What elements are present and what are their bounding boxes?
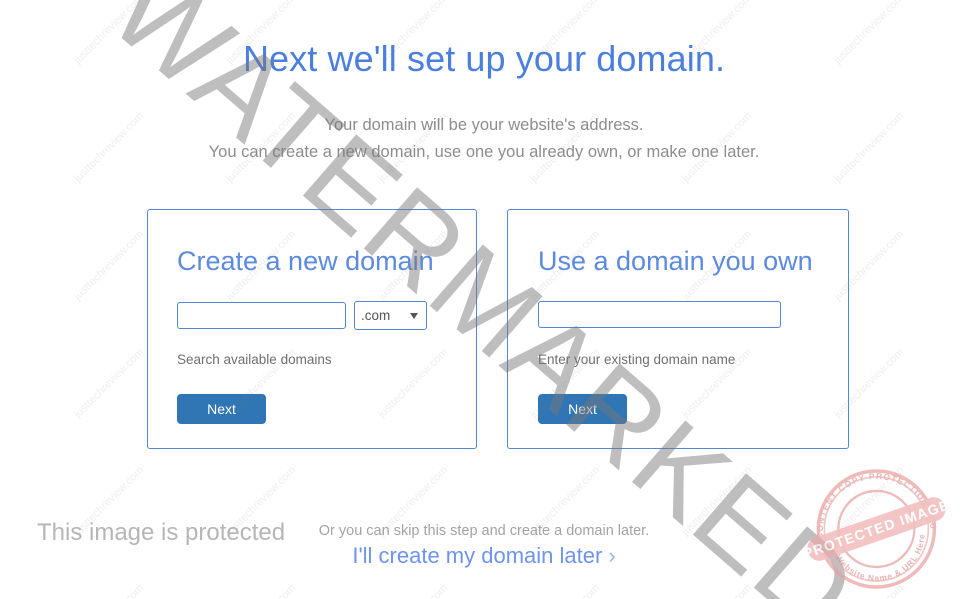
next-button-create-domain[interactable]: Next [177,394,266,424]
tld-select[interactable]: .com [354,301,427,330]
next-button-existing-domain[interactable]: Next [538,394,627,424]
watermark-tile: justtechreview.com [528,582,602,599]
domain-setup-page: justtechreview.com justtechreview.com just… [0,0,968,599]
tld-select-value: .com [361,308,391,323]
subtitle-line-1: Your domain will be your website's addre… [324,116,644,134]
card-use-domain-you-own: Use a domain you own Enter your existing… [507,209,849,449]
watermark-tile: justtechreview.com [832,582,906,599]
existing-domain-row [538,301,781,328]
watermark-tile: justtechreview.com [680,582,754,599]
image-protected-label: This image is protected [37,519,286,546]
create-domain-later-label: I'll create my domain later [352,543,603,568]
subtitle-line-2: You can create a new domain, use one you… [208,143,760,161]
helper-text-search-domains: Search available domains [177,352,332,367]
chevron-down-icon [410,312,418,319]
page-title: Next we'll set up your domain. [242,38,726,80]
watermark-tile: justtechreview.com [72,582,146,599]
page-subtitle: Your domain will be your website's addre… [0,112,968,166]
card-create-new-domain: Create a new domain .com Search availabl… [147,209,477,449]
watermark-tile: justtechreview.com [72,228,147,303]
domain-name-input[interactable] [177,302,346,329]
card-title-use-domain-you-own: Use a domain you own [538,246,813,276]
watermark-tile: justtechreview.com [72,346,147,421]
chevron-right-icon: › [608,543,616,568]
watermark-tile: justtechreview.com [376,582,450,599]
helper-text-existing-domain: Enter your existing domain name [538,352,736,367]
watermark-tile: justtechreview.com [224,582,298,599]
domain-search-row: .com [177,301,427,330]
card-title-create-new-domain: Create a new domain [177,246,434,276]
existing-domain-input[interactable] [538,301,781,328]
